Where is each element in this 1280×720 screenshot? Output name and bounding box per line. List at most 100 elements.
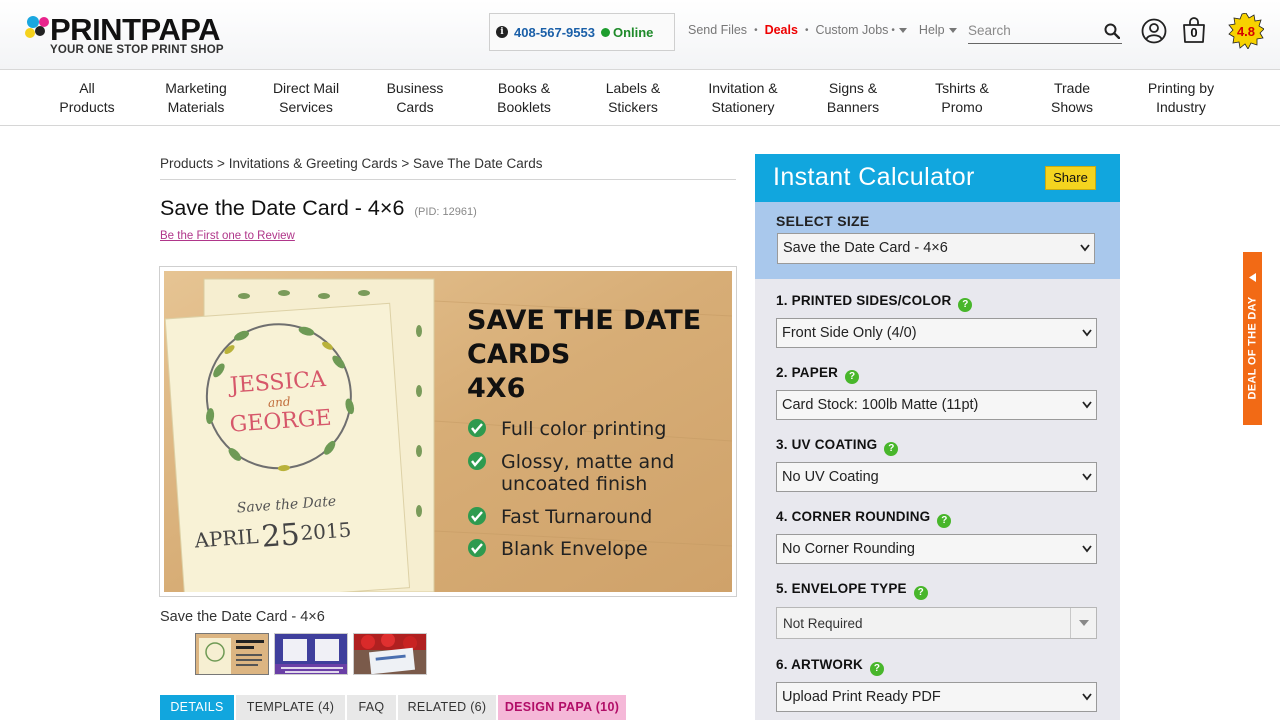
uv-coating-value: No UV Coating bbox=[782, 469, 879, 485]
rating-badge[interactable]: 4.8 bbox=[1228, 13, 1264, 49]
select-divider bbox=[1070, 608, 1071, 638]
paper-select[interactable]: Card Stock: 100lb Matte (11pt) bbox=[776, 390, 1097, 420]
link-separator: • bbox=[804, 24, 809, 36]
help-icon[interactable]: ? bbox=[913, 586, 928, 600]
nav-tshirts-promo[interactable]: Tshirts & Promo bbox=[907, 79, 1017, 117]
size-section: SELECT SIZE Save the Date Card - 4×6 bbox=[755, 202, 1120, 279]
breadcrumb-products[interactable]: Products bbox=[160, 156, 213, 171]
envelope-type-select[interactable]: Not Required bbox=[776, 607, 1097, 639]
corner-rounding-value: No Corner Rounding bbox=[782, 541, 915, 557]
envelope-type-value: Not Required bbox=[783, 616, 863, 631]
card-date-year: 2015 bbox=[300, 518, 352, 545]
chevron-down-icon[interactable] bbox=[948, 27, 957, 33]
calculator-title: Instant Calculator bbox=[773, 163, 975, 191]
breadcrumb: Products > Invitations & Greeting Cards … bbox=[160, 156, 736, 180]
corner-rounding-select[interactable]: No Corner Rounding bbox=[776, 534, 1097, 564]
instant-calculator: Instant Calculator Share SELECT SIZE Sav… bbox=[755, 154, 1120, 720]
size-select[interactable]: Save the Date Card - 4×6 bbox=[777, 233, 1095, 264]
option-label-paper: 2. PAPER? bbox=[776, 365, 860, 384]
thumbnail-1[interactable] bbox=[195, 633, 269, 675]
image-heading-line-3: 4X6 bbox=[467, 373, 525, 404]
share-button[interactable]: Share bbox=[1045, 166, 1096, 190]
option-label-corner: 4. CORNER ROUNDING? bbox=[776, 509, 952, 528]
nav-invitation-stationery[interactable]: Invitation & Stationery bbox=[688, 79, 798, 117]
cart-button[interactable]: 0 bbox=[1181, 16, 1207, 44]
image-feature-4: Blank Envelope bbox=[501, 538, 648, 560]
chevron-down-icon bbox=[1082, 545, 1092, 553]
tab-related[interactable]: RELATED (6) bbox=[398, 695, 496, 720]
help-icon[interactable]: ? bbox=[845, 370, 860, 384]
image-heading-line-1: SAVE THE DATE bbox=[467, 305, 701, 336]
help-icon[interactable]: ? bbox=[958, 298, 973, 312]
tab-faq[interactable]: FAQ bbox=[347, 695, 396, 720]
info-icon: i bbox=[496, 26, 508, 38]
contact-box: i 408-567-9553 Online bbox=[489, 13, 675, 51]
nav-signs-banners[interactable]: Signs & Banners bbox=[798, 79, 908, 117]
chevron-down-icon bbox=[1082, 473, 1092, 481]
search-bar bbox=[968, 18, 1122, 44]
uv-coating-select[interactable]: No UV Coating bbox=[776, 462, 1097, 492]
product-id: (PID: 12961) bbox=[414, 206, 477, 218]
chevron-down-icon bbox=[1082, 329, 1092, 337]
nav-direct-mail[interactable]: Direct Mail Services bbox=[251, 79, 361, 117]
thumbnail-3-image bbox=[354, 634, 426, 674]
thumbnail-1-image bbox=[196, 634, 268, 674]
cart-count: 0 bbox=[1190, 25, 1198, 40]
option-label-sides: 1. PRINTED SIDES/COLOR? bbox=[776, 293, 973, 312]
nav-business-cards[interactable]: Business Cards bbox=[360, 79, 470, 117]
online-status-dot bbox=[600, 27, 610, 37]
printpapa-logo[interactable]: PRINTPAPA YOUR ONE STOP PRINT SHOP bbox=[24, 14, 239, 60]
chevron-down-icon[interactable] bbox=[898, 27, 907, 33]
breadcrumb-invitations[interactable]: Invitations & Greeting Cards bbox=[229, 156, 398, 171]
phone-number[interactable]: 408-567-9553 bbox=[514, 25, 595, 40]
card-and: and bbox=[268, 394, 292, 410]
chevron-down-icon bbox=[1079, 620, 1089, 626]
help-icon[interactable]: ? bbox=[884, 442, 899, 456]
review-link[interactable]: Be the First one to Review bbox=[160, 230, 295, 242]
size-label: SELECT SIZE bbox=[776, 213, 870, 229]
nav-all-products[interactable]: All Products bbox=[32, 79, 142, 117]
breadcrumb-separator: > bbox=[401, 156, 410, 171]
help-link[interactable]: Help bbox=[919, 23, 945, 37]
search-icon[interactable] bbox=[1104, 23, 1120, 39]
artwork-select[interactable]: Upload Print Ready PDF bbox=[776, 682, 1097, 712]
nav-trade-shows[interactable]: Trade Shows bbox=[1017, 79, 1127, 117]
nav-books-booklets[interactable]: Books & Booklets bbox=[469, 79, 579, 117]
tab-template[interactable]: TEMPLATE (4) bbox=[236, 695, 345, 720]
thumbnail-2[interactable] bbox=[274, 633, 348, 675]
breadcrumb-current[interactable]: Save The Date Cards bbox=[413, 156, 543, 171]
tab-design-papa[interactable]: DESIGN PAPA (10) bbox=[498, 695, 626, 720]
option-label-envelope: 5. ENVELOPE TYPE? bbox=[776, 581, 928, 600]
top-links: Send Files • Deals • Custom Jobs • Help bbox=[688, 23, 957, 37]
option-label-uv: 3. UV COATING? bbox=[776, 437, 899, 456]
nav-marketing-materials[interactable]: Marketing Materials bbox=[141, 79, 251, 117]
image-feature-1: Full color printing bbox=[501, 418, 666, 440]
product-image-frame: JESSICA and GEORGE Save the Date APRIL 2… bbox=[159, 266, 737, 597]
nav-labels-stickers[interactable]: Labels & Stickers bbox=[578, 79, 688, 117]
tab-details[interactable]: DETAILS bbox=[160, 695, 234, 720]
deal-of-the-day-label: DEAL OF THE DAY bbox=[1246, 296, 1259, 400]
deal-of-the-day-tab[interactable]: DEAL OF THE DAY bbox=[1243, 252, 1262, 425]
help-icon[interactable]: ? bbox=[937, 514, 952, 528]
image-feature-2b: uncoated finish bbox=[501, 473, 647, 495]
logo-name: PRINTPAPA bbox=[50, 12, 221, 47]
product-image[interactable]: JESSICA and GEORGE Save the Date APRIL 2… bbox=[164, 271, 732, 592]
thumbnail-3[interactable] bbox=[353, 633, 427, 675]
image-heading-line-2: CARDS bbox=[467, 339, 570, 370]
custom-jobs-link[interactable]: Custom Jobs bbox=[815, 23, 888, 37]
nav-printing-by-industry[interactable]: Printing by Industry bbox=[1126, 79, 1236, 117]
image-feature-3: Fast Turnaround bbox=[501, 506, 652, 528]
rating-value: 4.8 bbox=[1236, 24, 1256, 39]
calculator-header: Instant Calculator Share bbox=[755, 154, 1120, 202]
online-status[interactable]: Online bbox=[613, 25, 653, 40]
user-account-icon[interactable] bbox=[1141, 18, 1167, 44]
page-title: Save the Date Card - 4×6 (PID: 12961) bbox=[160, 196, 477, 221]
help-icon[interactable]: ? bbox=[870, 662, 884, 676]
printed-sides-select[interactable]: Front Side Only (4/0) bbox=[776, 318, 1097, 348]
artwork-value: Upload Print Ready PDF bbox=[782, 689, 941, 705]
deals-link[interactable]: Deals bbox=[765, 23, 798, 37]
link-separator: • bbox=[754, 24, 758, 36]
search-input[interactable] bbox=[968, 18, 1098, 42]
thumbnail-2-image bbox=[275, 634, 347, 674]
send-files-link[interactable]: Send Files bbox=[688, 23, 747, 37]
